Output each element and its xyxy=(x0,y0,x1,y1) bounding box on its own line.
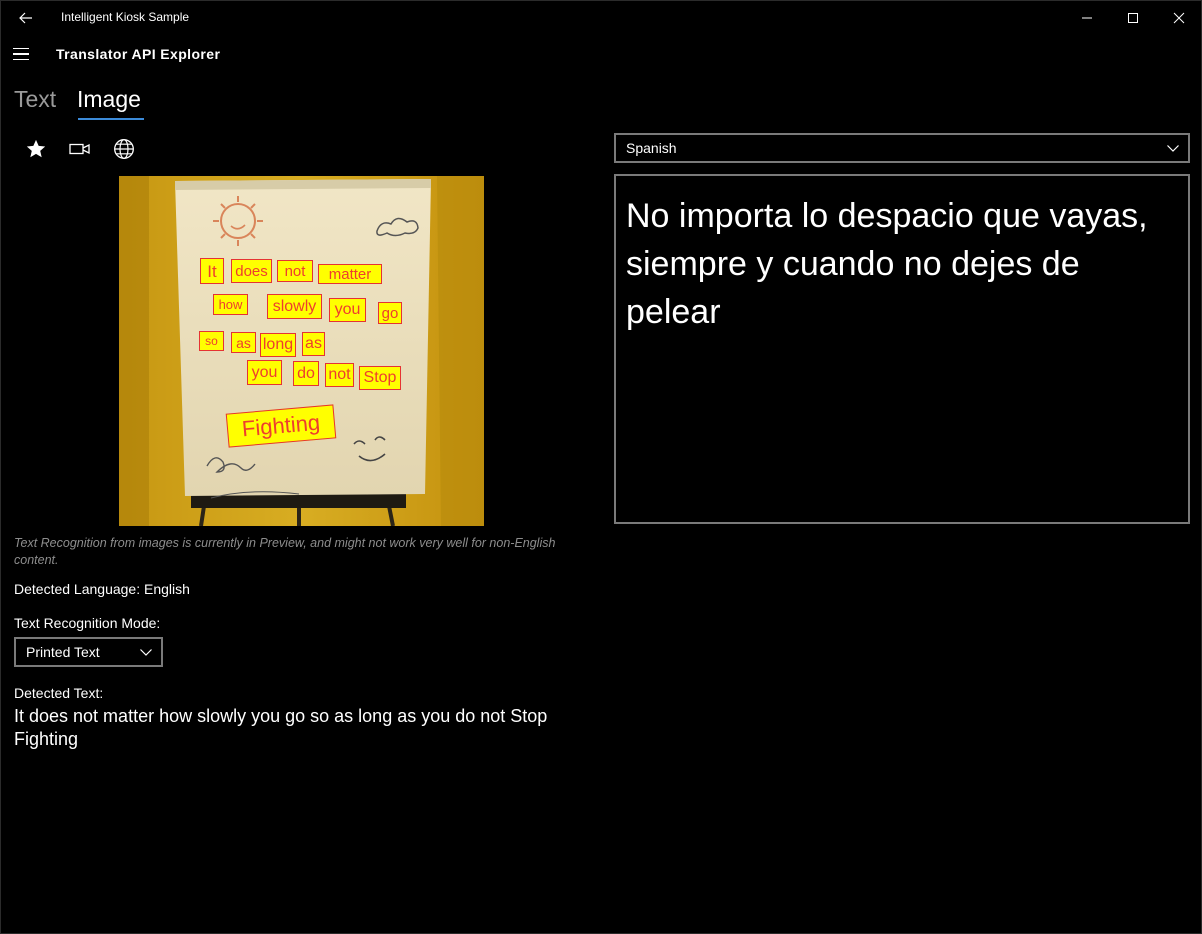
ocr-word-box: go xyxy=(378,302,402,324)
ocr-word-box: as xyxy=(302,332,325,356)
ocr-word-box: does xyxy=(231,259,272,283)
chevron-down-icon xyxy=(1166,141,1180,158)
ocr-word-box: as xyxy=(231,332,256,353)
target-language-value: Spanish xyxy=(626,140,677,156)
ocr-word-box: so xyxy=(199,331,224,351)
translation-output[interactable]: No importa lo despacio que vayas, siempr… xyxy=(614,174,1190,524)
detected-text-value: It does not matter how slowly you go so … xyxy=(14,706,548,749)
title-bar: Intelligent Kiosk Sample xyxy=(1,1,1201,34)
ocr-word-box: Stop xyxy=(359,366,401,390)
analyzed-photo: It does not matter how slowly you go so as long as y… xyxy=(119,176,484,526)
recognition-mode-value: Printed Text xyxy=(26,644,100,660)
app-title: Translator API Explorer xyxy=(56,46,221,62)
ocr-word-box: long xyxy=(260,333,296,357)
chevron-down-icon xyxy=(139,645,153,662)
ocr-word-box: you xyxy=(329,298,366,322)
globe-icon[interactable] xyxy=(110,135,138,163)
ocr-word-box: do xyxy=(293,361,319,386)
preview-note: Text Recognition from images is currentl… xyxy=(14,536,556,567)
recognition-mode-label: Text Recognition Mode: xyxy=(14,615,161,631)
ocr-word-box: matter xyxy=(318,264,382,284)
ocr-word-box: not xyxy=(277,260,313,282)
close-icon[interactable] xyxy=(1156,1,1202,34)
maximize-icon[interactable] xyxy=(1110,1,1156,34)
window-title: Intelligent Kiosk Sample xyxy=(61,10,190,24)
ocr-word-box: slowly xyxy=(267,294,322,319)
ocr-word-box: how xyxy=(213,294,248,315)
selected-tab-indicator xyxy=(78,118,144,120)
star-icon[interactable] xyxy=(22,135,50,163)
tab-text[interactable]: Text xyxy=(14,86,56,113)
camera-icon[interactable] xyxy=(66,135,94,163)
detected-text-label: Detected Text: xyxy=(14,685,104,701)
ocr-word-box: It xyxy=(200,258,224,284)
tab-image[interactable]: Image xyxy=(77,86,141,113)
ocr-word-box: you xyxy=(247,360,282,385)
ocr-word-box: not xyxy=(325,363,354,387)
minimize-icon[interactable] xyxy=(1064,1,1110,34)
target-language-dropdown[interactable]: Spanish xyxy=(614,133,1190,163)
hamburger-menu-icon[interactable] xyxy=(11,43,35,65)
detected-language: Detected Language: English xyxy=(14,581,190,597)
back-arrow-icon[interactable] xyxy=(11,3,41,33)
recognition-mode-dropdown[interactable]: Printed Text xyxy=(14,637,163,667)
app-window: Intelligent Kiosk Sample Translator API … xyxy=(0,0,1202,934)
